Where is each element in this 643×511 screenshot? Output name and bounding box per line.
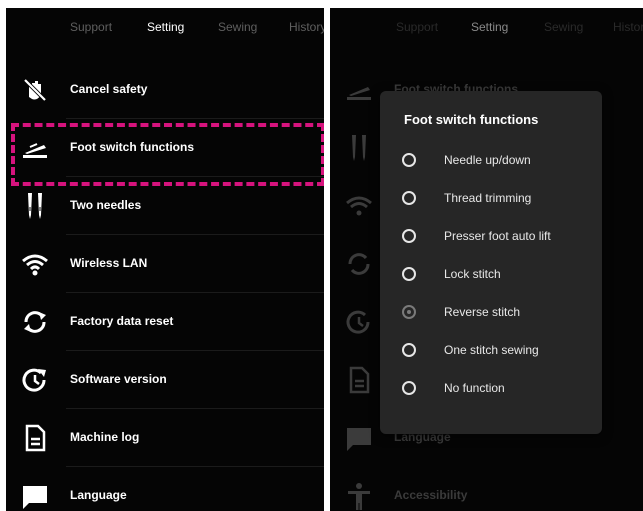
radio-button[interactable] xyxy=(402,267,416,281)
menu-item-accessibility[interactable]: Accessibility xyxy=(330,467,643,511)
tab-support[interactable]: Support xyxy=(70,20,112,34)
option-label: Thread trimming xyxy=(444,191,532,205)
tab-history[interactable]: History xyxy=(289,20,324,34)
reset-arrows-icon xyxy=(344,249,374,279)
hand-slash-icon xyxy=(20,75,50,105)
option-label: No function xyxy=(444,381,505,395)
menu-item-factory-data-reset[interactable]: Factory data reset xyxy=(6,293,324,351)
settings-screen-left: Support Setting Sewing History Cancel sa… xyxy=(6,8,324,511)
update-clock-icon xyxy=(344,307,374,337)
option-lock-stitch[interactable]: Lock stitch xyxy=(380,255,602,293)
option-one-stitch-sewing[interactable]: One stitch sewing xyxy=(380,331,602,369)
menu-label: Factory data reset xyxy=(70,314,174,328)
accessibility-icon xyxy=(344,481,374,511)
option-thread-trimming[interactable]: Thread trimming xyxy=(380,179,602,217)
tab-setting[interactable]: Setting xyxy=(147,20,184,34)
two-needles-icon xyxy=(20,191,50,221)
option-reverse-stitch[interactable]: Reverse stitch xyxy=(380,293,602,331)
radio-button[interactable] xyxy=(402,343,416,357)
menu-label: Language xyxy=(70,488,127,502)
menu-label: Two needles xyxy=(70,198,142,212)
menu-label: Accessibility xyxy=(394,488,468,502)
document-icon xyxy=(20,423,50,453)
radio-button[interactable] xyxy=(402,229,416,243)
tab-sewing[interactable]: Sewing xyxy=(218,20,257,34)
menu-item-software-version[interactable]: Software version xyxy=(6,351,324,409)
menu-label: Wireless LAN xyxy=(70,256,148,270)
menu-label: Software version xyxy=(70,372,167,386)
foot-pedal-icon xyxy=(344,75,374,105)
menu-label: Cancel safety xyxy=(70,82,148,96)
menu-item-machine-log[interactable]: Machine log xyxy=(6,409,324,467)
foot-switch-dialog: Foot switch functions Needle up/down Thr… xyxy=(380,91,602,434)
wifi-icon xyxy=(344,191,374,221)
tab-history[interactable]: History xyxy=(613,20,643,34)
menu-item-language[interactable]: Language xyxy=(6,467,324,511)
reset-arrows-icon xyxy=(20,307,50,337)
update-clock-icon xyxy=(20,365,50,395)
radio-button-selected[interactable] xyxy=(402,305,416,319)
highlight-frame xyxy=(11,123,324,186)
menu-label: Machine log xyxy=(70,430,140,444)
radio-button[interactable] xyxy=(402,381,416,395)
menu-item-cancel-safety[interactable]: Cancel safety xyxy=(6,61,324,119)
menu-item-wireless-lan[interactable]: Wireless LAN xyxy=(6,235,324,293)
dialog-title: Foot switch functions xyxy=(404,112,539,127)
option-label: Lock stitch xyxy=(444,267,501,281)
tab-bar: Support Setting Sewing History xyxy=(6,8,324,48)
option-needle-up-down[interactable]: Needle up/down xyxy=(380,141,602,179)
tab-setting[interactable]: Setting xyxy=(471,20,508,34)
tab-sewing[interactable]: Sewing xyxy=(544,20,583,34)
tab-bar: Support Setting Sewing History xyxy=(330,8,643,48)
chat-bubble-icon xyxy=(20,481,50,511)
two-needles-icon xyxy=(344,133,374,163)
chat-bubble-icon xyxy=(344,423,374,453)
radio-button[interactable] xyxy=(402,153,416,167)
radio-button[interactable] xyxy=(402,191,416,205)
tab-support[interactable]: Support xyxy=(396,20,438,34)
wifi-icon xyxy=(20,249,50,279)
settings-screen-right: Support Setting Sewing History Foot swit… xyxy=(330,8,643,511)
document-icon xyxy=(344,365,374,395)
option-label: Reverse stitch xyxy=(444,305,521,319)
option-label: Needle up/down xyxy=(444,153,531,167)
option-label: One stitch sewing xyxy=(444,343,539,357)
option-no-function[interactable]: No function xyxy=(380,369,602,407)
option-presser-foot-auto-lift[interactable]: Presser foot auto lift xyxy=(380,217,602,255)
option-label: Presser foot auto lift xyxy=(444,229,551,243)
